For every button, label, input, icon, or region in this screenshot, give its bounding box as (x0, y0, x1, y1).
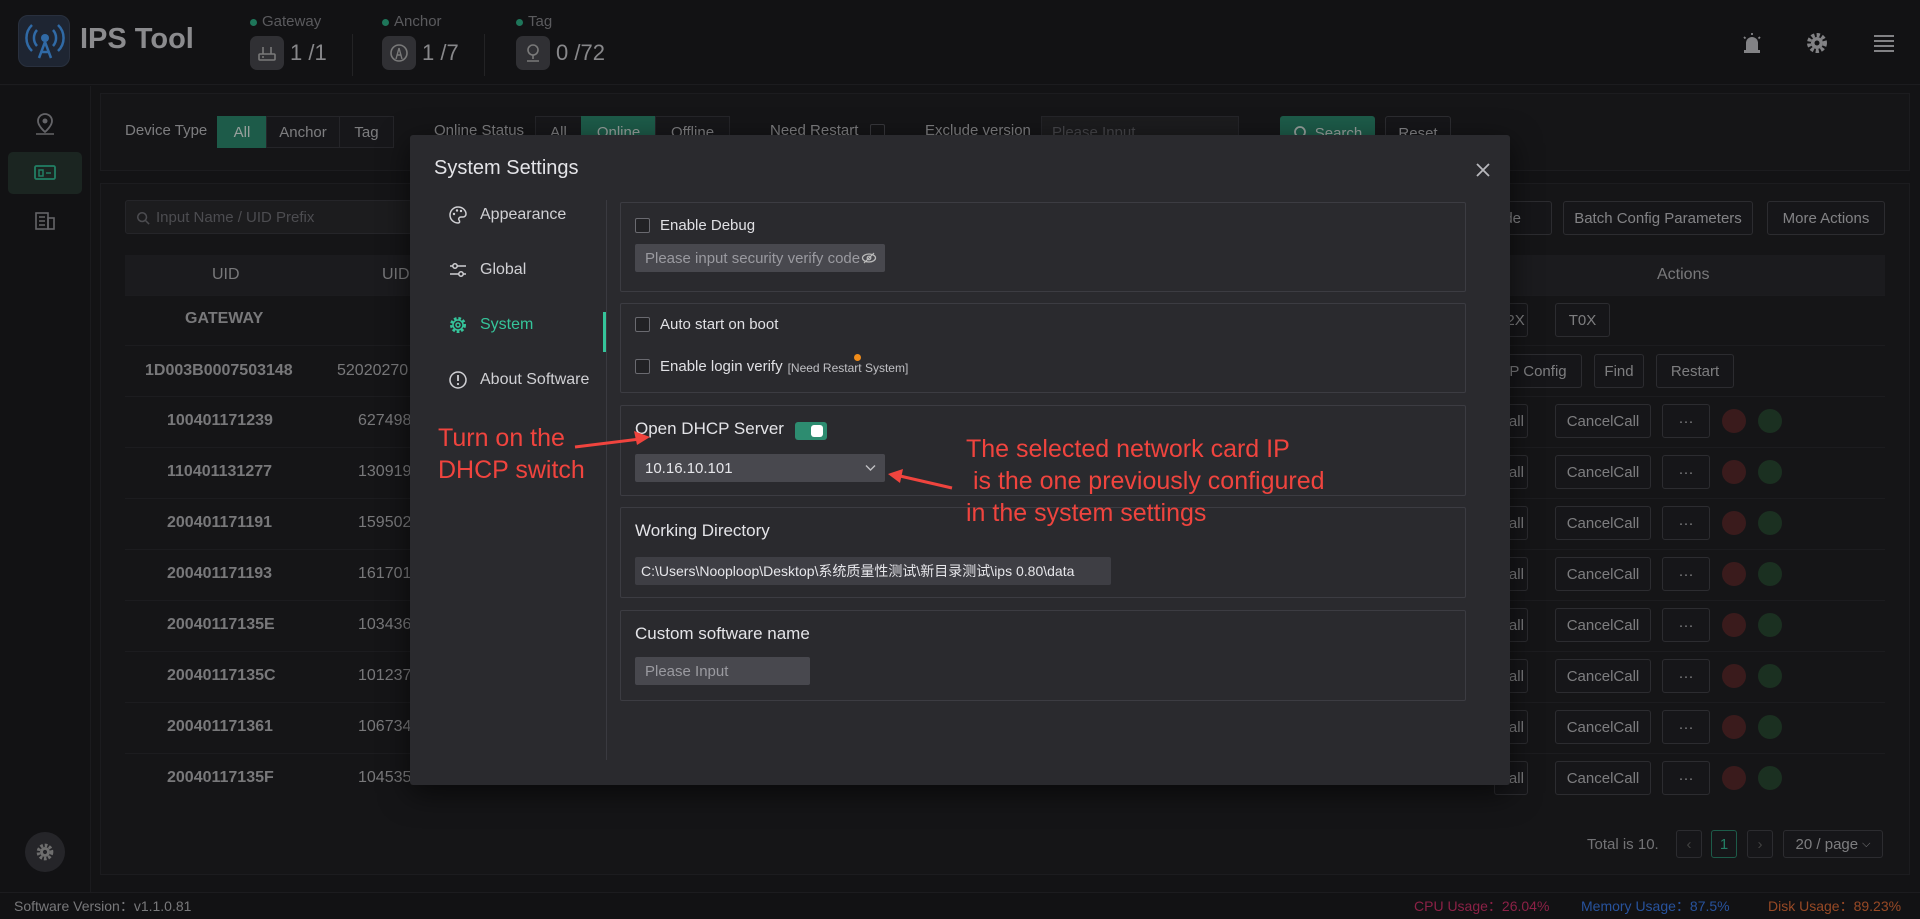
arrow-to-ip-select (899, 474, 953, 490)
arrowhead (888, 469, 903, 483)
arrow-to-dhcp (574, 437, 641, 449)
arrowhead (634, 431, 650, 445)
annotation-arrows (574, 431, 953, 490)
